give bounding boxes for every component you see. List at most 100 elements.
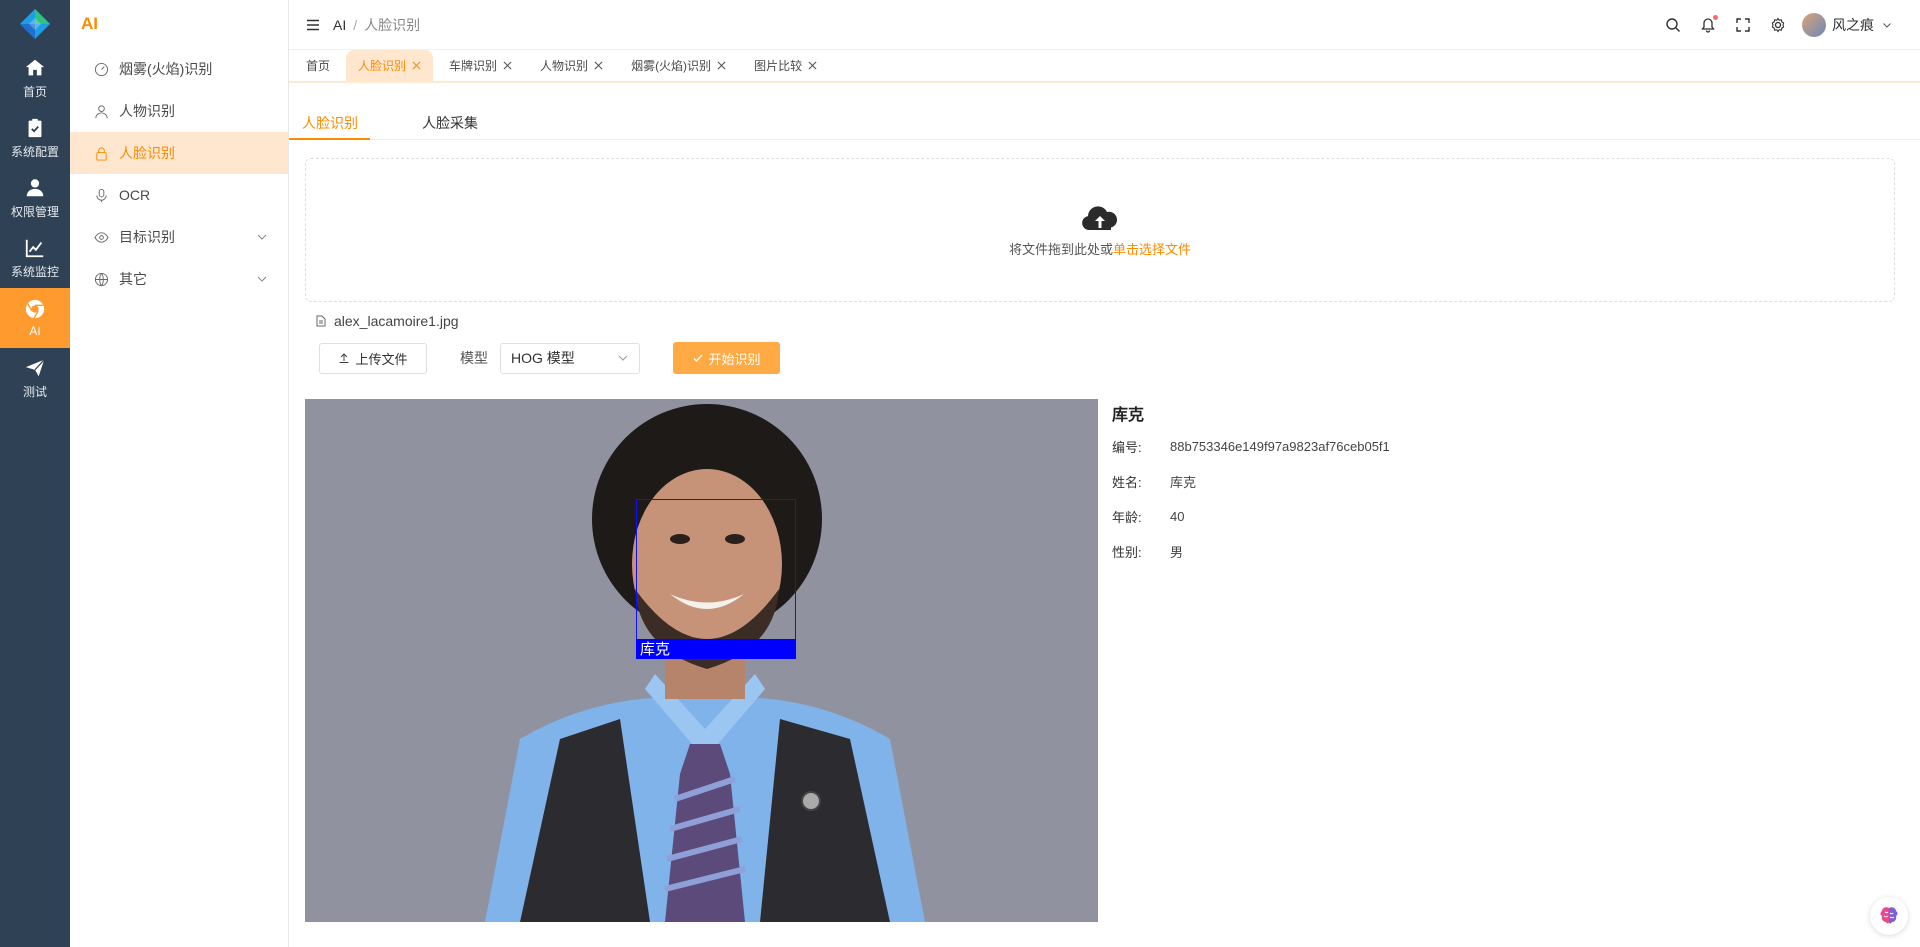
breadcrumb-separator: / (353, 16, 358, 33)
select-file-link[interactable]: 单击选择文件 (1113, 242, 1191, 257)
subtab-face-recognition[interactable]: 人脸识别 (302, 113, 358, 133)
rail-item-system-config[interactable]: 系统配置 (0, 108, 70, 168)
face-bounding-box (636, 499, 796, 659)
tab-plate-recognition[interactable]: 车牌识别 (437, 50, 524, 81)
result-title: 库克 (1112, 407, 1145, 424)
sidebar-item-label: 其它 (119, 271, 147, 287)
microphone-icon (96, 188, 107, 202)
top-header: AI / 人脸识别 风之痕 (289, 0, 1920, 50)
upload-file-button[interactable]: 上传文件 (319, 342, 427, 374)
sidebar-item-person[interactable]: 人物识别 (70, 90, 288, 132)
globe-icon (94, 272, 109, 286)
sidebar-item-other[interactable]: 其它 (70, 258, 288, 300)
sidebar-item-face[interactable]: 人脸识别 (70, 132, 288, 174)
sidebar-item-label: 人脸识别 (119, 145, 175, 161)
fullscreen-icon[interactable] (1735, 17, 1751, 33)
tab-label: 车牌识别 (449, 59, 498, 73)
search-icon[interactable] (1665, 17, 1681, 33)
close-icon[interactable] (503, 61, 512, 70)
chrome-icon (25, 299, 45, 319)
portrait-illustration (305, 399, 1098, 922)
gauge-icon (94, 62, 109, 76)
rail-item-ai[interactable]: AI (0, 288, 70, 348)
notification-dot (1713, 15, 1718, 20)
rail-item-permissions[interactable]: 权限管理 (0, 168, 70, 228)
chevron-down-icon (257, 276, 267, 282)
tab-face-recognition[interactable]: 人脸识别 (346, 50, 434, 81)
menu-toggle-icon[interactable] (305, 17, 321, 33)
dropzone-hint: 将文件拖到此处或 (1008, 241, 1113, 257)
recognition-result: 库克 编号: 88b753346e149f97a9823af76ceb05f1 … (1112, 401, 1390, 577)
tab-image-compare[interactable]: 图片比较 (742, 50, 829, 81)
rail-item-home[interactable]: 首页 (0, 48, 70, 108)
rail-item-monitor[interactable]: 系统监控 (0, 228, 70, 288)
notification-bell[interactable] (1700, 15, 1718, 33)
close-icon[interactable] (808, 61, 817, 70)
chevron-down-icon (1883, 23, 1891, 28)
subtab-active-indicator (289, 138, 370, 140)
sidebar-item-smoke[interactable]: 烟雾(火焰)识别 (70, 48, 288, 90)
user-outline-icon (95, 104, 108, 118)
result-row-name: 姓名: 库克 (1112, 472, 1390, 490)
sub-tabs: 人脸识别 人脸采集 (289, 85, 1920, 140)
recognition-controls: 上传文件 模型 HOG 模型 开始识别 (319, 342, 780, 374)
user-name: 风之痕 (1832, 17, 1874, 33)
rail-item-label: 系统配置 (10, 144, 59, 159)
upload-icon (339, 353, 349, 363)
model-select[interactable]: HOG 模型 (500, 342, 640, 374)
file-name: alex_lacamoire1.jpg (334, 313, 459, 329)
main-content: 人脸识别 人脸采集 将文件拖到此处或单击选择文件 alex_lacamoire1… (289, 85, 1920, 947)
user-icon (26, 178, 44, 196)
tab-label: 人脸识别 (358, 59, 407, 73)
rail-item-label: 系统监控 (10, 264, 59, 279)
sidebar-item-label: 烟雾(火焰)识别 (119, 61, 213, 77)
rail-item-label: AI (29, 324, 41, 338)
result-key: 姓名: (1112, 474, 1142, 490)
chevron-down-icon (257, 234, 267, 240)
upload-dropzone[interactable]: 将文件拖到此处或单击选择文件 (305, 158, 1895, 302)
home-icon (25, 59, 45, 75)
close-icon[interactable] (412, 61, 421, 70)
sidebar-item-label: 人物识别 (119, 103, 175, 119)
result-row-id: 编号: 88b753346e149f97a9823af76ceb05f1 (1112, 437, 1390, 455)
model-select-value: HOG 模型 (511, 350, 575, 366)
tab-label: 首页 (306, 59, 331, 73)
sidebar-title: AI (81, 14, 98, 33)
start-recognition-button[interactable]: 开始识别 (673, 342, 780, 374)
rail-item-label: 首页 (22, 84, 47, 99)
recognition-image: 库克 (305, 399, 1098, 922)
brain-icon (1880, 907, 1898, 924)
tab-label: 人物识别 (540, 59, 589, 73)
icon-rail: 首页 系统配置 权限管理 系统监控 AI 测试 (0, 0, 70, 947)
tab-home[interactable]: 首页 (294, 50, 342, 81)
rail-item-test[interactable]: 测试 (0, 348, 70, 408)
subtab-face-collection[interactable]: 人脸采集 (422, 113, 478, 133)
paper-plane-icon (25, 358, 45, 376)
model-label: 模型 (460, 350, 488, 366)
sidebar-item-ocr[interactable]: OCR (70, 174, 288, 216)
app-logo[interactable] (0, 0, 70, 48)
tab-smoke-recognition[interactable]: 烟雾(火焰)识别 (619, 50, 738, 81)
rail-item-label: 测试 (22, 384, 47, 399)
breadcrumb-current: 人脸识别 (364, 16, 421, 33)
result-key: 编号: (1112, 439, 1142, 455)
result-row-gender: 性别: 男 (1112, 542, 1390, 560)
header-actions: 风之痕 (1646, 0, 1892, 50)
cloud-upload-icon (1082, 205, 1118, 230)
close-icon[interactable] (717, 61, 726, 70)
user-menu[interactable]: 风之痕 (1802, 13, 1892, 37)
breadcrumb-root[interactable]: AI (333, 17, 346, 33)
tab-label: 烟雾(火焰)识别 (631, 59, 712, 73)
tab-person-recognition[interactable]: 人物识别 (528, 50, 615, 81)
close-icon[interactable] (594, 61, 603, 70)
clipboard-check-icon (28, 118, 42, 137)
tab-label: 图片比较 (754, 59, 803, 73)
start-button-label: 开始识别 (708, 351, 761, 367)
page-tabs: 首页 人脸识别 车牌识别 人物识别 烟雾(火焰)识别 图片比较 (289, 50, 1920, 83)
sidebar-item-target[interactable]: 目标识别 (70, 216, 288, 258)
result-row-age: 年龄: 40 (1112, 507, 1390, 525)
assistant-button[interactable] (1870, 897, 1908, 935)
chevron-down-icon (618, 355, 628, 361)
uploaded-file[interactable]: alex_lacamoire1.jpg (315, 313, 459, 329)
gear-icon[interactable] (1770, 17, 1786, 33)
